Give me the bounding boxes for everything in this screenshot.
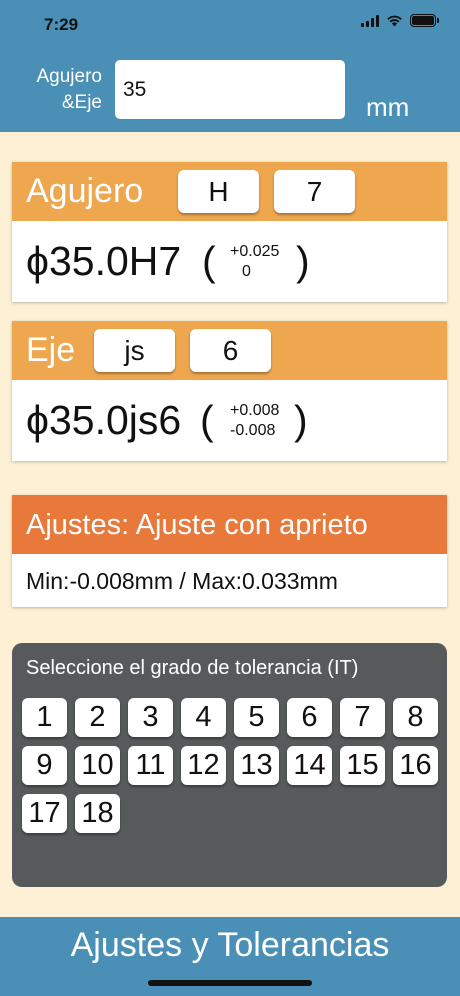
it-grade-button[interactable]: 2: [75, 698, 120, 737]
unit-label: mm: [366, 92, 410, 122]
shaft-card: Eje js 6 ϕ35.0js6 ( +0.008 -0.008 ): [12, 321, 447, 461]
open-paren: (: [202, 238, 216, 284]
wifi-icon: [387, 15, 402, 27]
it-grade-button[interactable]: 4: [181, 698, 226, 737]
status-icons: [361, 14, 439, 27]
size-label: Agujero &Eje: [10, 64, 103, 116]
shaft-tolerance: ϕ35.0js6 ( +0.008 -0.008 ): [12, 380, 447, 461]
fit-range: Min:-0.008mm / Max:0.033mm: [26, 568, 338, 594]
it-grade-button[interactable]: 11: [128, 746, 173, 785]
signal-icon: [361, 14, 379, 27]
it-grade-button[interactable]: 12: [181, 746, 226, 785]
hole-card-header: Agujero H 7: [12, 162, 447, 221]
it-grade-button[interactable]: 16: [393, 746, 438, 785]
hole-lower-deviation: 0: [242, 263, 251, 280]
it-grade-button[interactable]: 8: [393, 698, 438, 737]
home-indicator: [148, 980, 312, 986]
hole-upper-deviation: +0.025: [230, 243, 280, 260]
it-grade-title: Seleccione el grado de tolerancia (IT): [26, 657, 359, 679]
it-grade-button[interactable]: 17: [22, 794, 67, 833]
fit-title: Ajustes: Ajuste con aprieto: [26, 509, 368, 541]
hole-title: Agujero: [26, 172, 144, 210]
hole-card: Agujero H 7 ϕ35.0H7 ( +0.025 0 ): [12, 162, 447, 302]
shaft-upper-deviation: +0.008: [230, 402, 280, 419]
top-header: 7:29 Agujero &Eje mm: [0, 0, 460, 132]
size-label-line1: Agujero: [36, 66, 103, 87]
it-grade-button[interactable]: 18: [75, 794, 120, 833]
it-grade-button[interactable]: 15: [340, 746, 385, 785]
it-grade-button[interactable]: 9: [22, 746, 67, 785]
battery-icon: [410, 14, 439, 27]
nominal-size-input[interactable]: [115, 60, 345, 119]
it-grade-button[interactable]: 3: [128, 698, 173, 737]
status-time: 7:29: [44, 15, 79, 34]
it-grade-panel: Seleccione el grado de tolerancia (IT) 1…: [12, 643, 447, 887]
shaft-designation: ϕ35.0js6: [26, 397, 182, 443]
shaft-letter-button[interactable]: js: [94, 329, 175, 372]
close-paren: ): [294, 397, 308, 443]
shaft-title: Eje: [26, 331, 76, 369]
close-paren: ): [296, 238, 310, 284]
shaft-card-header: Eje js 6: [12, 321, 447, 380]
it-grade-button[interactable]: 1: [22, 698, 67, 737]
hole-letter-button[interactable]: H: [178, 170, 259, 213]
shaft-lower-deviation: -0.008: [230, 422, 276, 439]
fit-card: Ajustes: Ajuste con aprieto Min:-0.008mm…: [12, 495, 447, 607]
hole-designation: ϕ35.0H7: [26, 238, 182, 284]
fit-card-header: Ajustes: Ajuste con aprieto: [12, 495, 447, 554]
it-grade-button[interactable]: 14: [287, 746, 332, 785]
app-title: Ajustes y Tolerancias: [70, 926, 390, 964]
it-grade-button[interactable]: 10: [75, 746, 120, 785]
it-grade-button[interactable]: 7: [340, 698, 385, 737]
hole-grade-button[interactable]: 7: [274, 170, 355, 213]
size-label-line2: &Eje: [61, 92, 102, 113]
it-grade-button[interactable]: 5: [234, 698, 279, 737]
shaft-grade-button[interactable]: 6: [190, 329, 271, 372]
open-paren: (: [200, 397, 214, 443]
hole-tolerance: ϕ35.0H7 ( +0.025 0 ): [12, 221, 447, 302]
fit-result: Min:-0.008mm / Max:0.033mm: [12, 554, 447, 607]
it-grade-button[interactable]: 6: [287, 698, 332, 737]
it-grade-button[interactable]: 13: [234, 746, 279, 785]
